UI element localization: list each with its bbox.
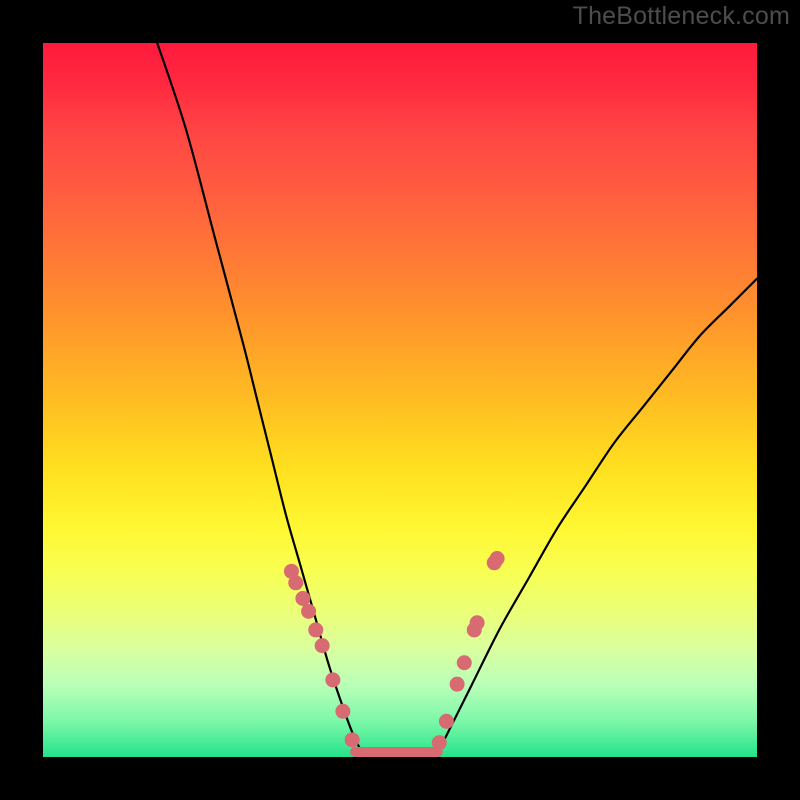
- plot-area: [43, 43, 757, 757]
- left-dot: [315, 638, 330, 653]
- left-dot: [295, 591, 310, 606]
- right-dot: [457, 655, 472, 670]
- left-dot: [335, 704, 350, 719]
- watermark-text: TheBottleneck.com: [573, 2, 790, 31]
- chart-stage: TheBottleneck.com: [0, 0, 800, 800]
- chart-svg: [43, 43, 757, 757]
- left-dot: [288, 575, 303, 590]
- left-dot: [301, 604, 316, 619]
- right-curve: [436, 279, 757, 757]
- right-dot: [439, 714, 454, 729]
- left-curve: [157, 43, 364, 757]
- left-dot: [325, 672, 340, 687]
- right-dot: [470, 615, 485, 630]
- left-dot: [345, 732, 360, 747]
- right-dots-group: [432, 551, 505, 750]
- right-dot: [432, 735, 447, 750]
- right-dot: [490, 551, 505, 566]
- left-dot: [308, 622, 323, 637]
- bottom-band: [350, 747, 443, 757]
- right-dot: [450, 677, 465, 692]
